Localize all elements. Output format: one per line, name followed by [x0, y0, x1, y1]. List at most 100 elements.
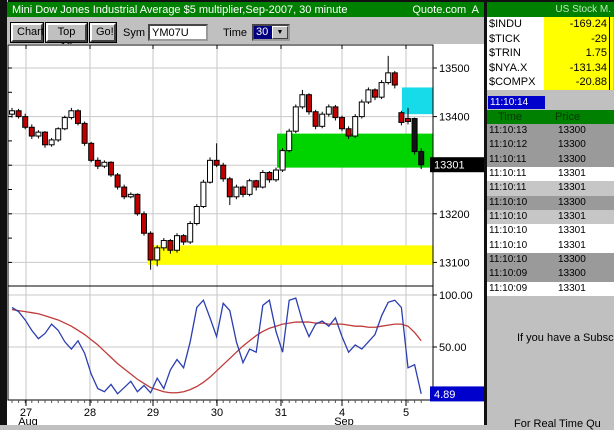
svg-text:13100: 13100 — [439, 257, 470, 269]
quote-row[interactable]: $INDU-169.24 — [487, 17, 614, 32]
tape-price: 13301 — [540, 239, 586, 253]
quote-timestamp: 11:10:14 — [488, 96, 545, 109]
quote-change-value: 1.75 — [544, 46, 610, 61]
tape-price: 13300 — [540, 138, 586, 152]
time-dropdown[interactable]: 30 ▼ — [252, 24, 290, 41]
time-dropdown-value: 30 — [254, 26, 272, 39]
tape-time: 11:10:10 — [487, 196, 540, 210]
quote-list: $INDU-169.24$TICK-29$TRIN1.75$NYA.X-131.… — [487, 17, 614, 90]
tape-time: 11:10:11 — [487, 167, 540, 181]
quote-row[interactable]: $NYA.X-131.34 — [487, 61, 614, 76]
tape-price: 13300 — [540, 124, 586, 138]
resistance-band — [277, 134, 433, 168]
tape-price-header: Price — [540, 110, 580, 124]
quote-symbol: $NYA.X — [487, 61, 544, 76]
svg-text:50.00: 50.00 — [439, 342, 467, 354]
svg-text:31: 31 — [275, 407, 287, 419]
tape-header: Time Price — [487, 110, 614, 124]
tape-row: 11:10:1113301 — [487, 167, 614, 181]
tape-row: 11:10:1013301 — [487, 239, 614, 253]
symbol-input[interactable] — [148, 24, 208, 41]
quote-symbol: $COMPX — [487, 75, 544, 90]
tape-time: 11:10:12 — [487, 138, 540, 152]
go-button[interactable]: Go! — [90, 23, 116, 42]
quote-change-value: -169.24 — [544, 17, 610, 32]
svg-text:13400: 13400 — [439, 112, 470, 124]
tape-time: 11:10:10 — [487, 224, 540, 238]
svg-text:29: 29 — [147, 407, 159, 419]
tape-price: 13300 — [540, 196, 586, 210]
tape-time: 11:10:13 — [487, 124, 540, 138]
quote-change-value: -29 — [544, 32, 610, 47]
quote-symbol: $TRIN — [487, 46, 544, 61]
clipped-column — [610, 32, 613, 47]
svg-text:28: 28 — [84, 407, 96, 419]
quote-row[interactable]: $TRIN1.75 — [487, 46, 614, 61]
clipped-column — [610, 17, 613, 32]
tape-time: 11:10:11 — [487, 181, 540, 195]
quote-change-value: -20.88 — [544, 75, 610, 90]
toolbar: Chart Top 10 Go! Sym Time 30 ▼ — [7, 17, 484, 44]
tape-price: 13301 — [540, 167, 586, 181]
tape-time: 11:10:10 — [487, 253, 540, 267]
svg-text:13301: 13301 — [434, 160, 465, 172]
tape-price: 13301 — [540, 210, 586, 224]
quote-panel: US Stock M. $INDU-169.24$TICK-29$TRIN1.7… — [487, 2, 614, 425]
chart-svg: 13500134001320013100100.0050.00272829303… — [7, 44, 485, 425]
tape-time: 11:10:09 — [487, 267, 540, 281]
quote-row[interactable]: $TICK-29 — [487, 32, 614, 47]
svg-text:Sep: Sep — [334, 416, 354, 425]
chart-button[interactable]: Chart — [11, 23, 43, 42]
tape-row: 11:10:1313300 — [487, 124, 614, 138]
tape-row: 11:10:1113300 — [487, 153, 614, 167]
chart-panel: 13500134001320013100100.0050.00272829303… — [7, 44, 485, 425]
upper-band — [402, 87, 433, 114]
svg-text:30: 30 — [211, 407, 223, 419]
realtime-note: For Real Time Qu — [487, 418, 614, 430]
svg-text:Aug: Aug — [18, 416, 38, 425]
svg-text:100.00: 100.00 — [439, 290, 473, 302]
tape-list: 11:10:131330011:10:121330011:10:11133001… — [487, 124, 614, 296]
svg-text:13200: 13200 — [439, 209, 470, 221]
support-band — [148, 245, 433, 264]
tape-time: 11:10:11 — [487, 153, 540, 167]
clipped-column — [610, 46, 613, 61]
tape-price: 13300 — [540, 253, 586, 267]
quote-panel-header: US Stock M. — [487, 2, 614, 17]
tape-row: 11:10:1013301 — [487, 224, 614, 238]
svg-text:5: 5 — [403, 407, 409, 419]
tape-price: 13301 — [540, 282, 586, 296]
time-label: Time — [223, 27, 247, 39]
oscillator-value-marker: 4.89 — [430, 386, 485, 401]
tape-row: 11:10:1213300 — [487, 138, 614, 152]
chart-title: Mini Dow Jones Industrial Average $5 mul… — [12, 4, 347, 16]
tape-time-header: Time — [487, 110, 540, 124]
tape-row: 11:10:0913300 — [487, 267, 614, 281]
brand-label: Quote.com A — [412, 4, 479, 16]
quote-symbol: $INDU — [487, 17, 544, 32]
tape-row: 11:10:1113301 — [487, 181, 614, 195]
tape-price: 13300 — [540, 267, 586, 281]
tape-price: 13301 — [540, 224, 586, 238]
title-bar: Mini Dow Jones Industrial Average $5 mul… — [7, 2, 484, 17]
tape-time: 11:10:10 — [487, 210, 540, 224]
clipped-column — [610, 75, 613, 90]
quote-symbol: $TICK — [487, 32, 544, 47]
tape-row: 11:10:1013301 — [487, 210, 614, 224]
tape-price: 13300 — [540, 153, 586, 167]
top10-button[interactable]: Top 10 — [46, 23, 87, 42]
clipped-column — [610, 61, 613, 76]
quote-change-value: -131.34 — [544, 61, 610, 76]
tape-row: 11:10:1013300 — [487, 196, 614, 210]
tape-row: 11:10:1013300 — [487, 253, 614, 267]
svg-text:4.89: 4.89 — [434, 389, 455, 401]
svg-text:13500: 13500 — [439, 63, 470, 75]
tape-time: 11:10:10 — [487, 239, 540, 253]
subscription-note: If you have a Subscrip — [487, 332, 614, 344]
tape-row: 11:10:0913301 — [487, 282, 614, 296]
current-price-marker: 13301 — [430, 157, 485, 172]
quote-row[interactable]: $COMPX-20.88 — [487, 75, 614, 90]
tape-price: 13301 — [540, 181, 586, 195]
chevron-down-icon[interactable]: ▼ — [272, 26, 288, 39]
tape-time: 11:10:09 — [487, 282, 540, 296]
